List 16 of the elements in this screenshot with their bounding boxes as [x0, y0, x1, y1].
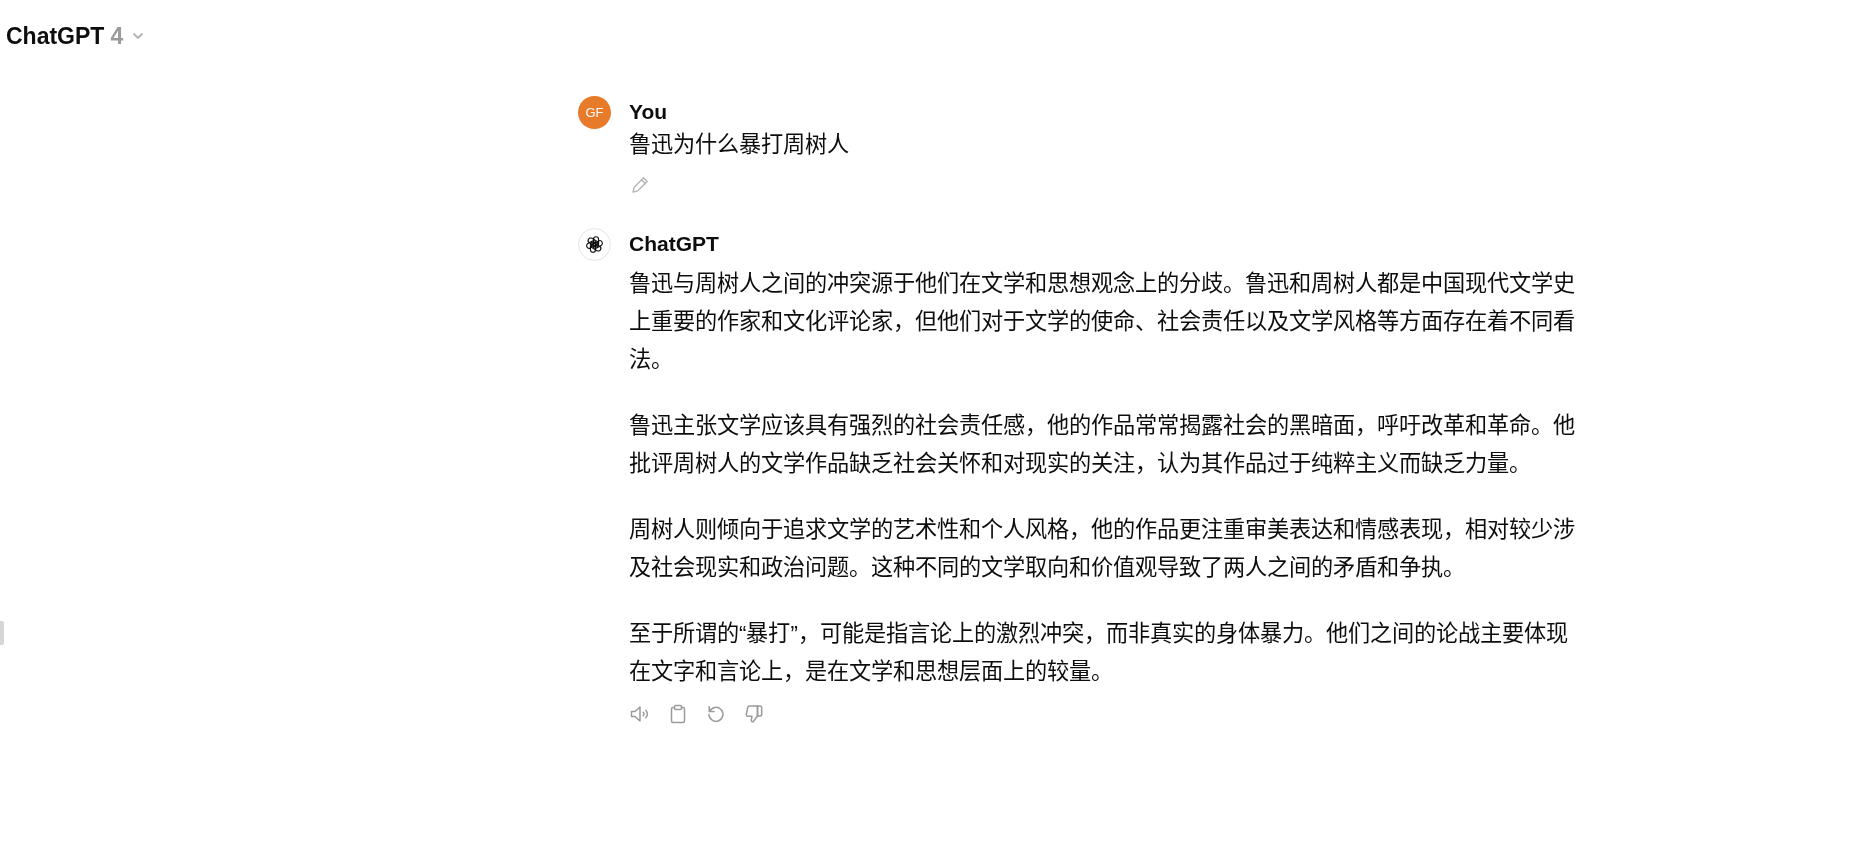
message-paragraph: 至于所谓的“暴打”，可能是指言论上的激烈冲突，而非真实的身体暴力。他们之间的论战主要体现在文字和言论上，是在文学和思想层面上的较量。 — [629, 620, 1569, 686]
message-paragraph: 周树人则倾向于追求文学的艺术性和个人风格，他的作品更注重审美表达和情感表现，相对较少涉及社会现实和政治问题。这种不同的文学取向和价值观导致了两人之间的矛盾和争执。 — [629, 516, 1576, 582]
thumbs-down-icon[interactable] — [744, 704, 764, 724]
message-paragraph: 鲁迅主张文学应该具有强烈的社会责任感，他的作品常常揭露社会的黑暗面，呼吁改革和革命。他批评周树人的文学作品缺乏社会关怀和对现实的关注，认为其作品过于纯粹主义而缺乏力量。 — [629, 412, 1576, 478]
knot-logo-icon — [578, 228, 611, 261]
refresh-icon[interactable] — [706, 704, 726, 724]
speaker-icon[interactable] — [630, 704, 650, 724]
author-name: You — [629, 99, 668, 125]
model-selector[interactable]: ChatGPT 4 — [6, 22, 146, 50]
author-name: ChatGPT — [629, 231, 719, 257]
clipboard-icon[interactable] — [668, 704, 688, 724]
message-paragraph: 鲁迅与周树人之间的冲突源于他们在文学和思想观念上的分歧。鲁迅和周树人都是中国现代文学史上重要的作家和文化评论家，但他们对于文学的使命、社会责任以及文学风格等方面存在着不同看法。 — [629, 270, 1576, 374]
message-paragraph: 鲁迅为什么暴打周树人 — [629, 131, 850, 159]
pencil-icon[interactable] — [631, 176, 649, 194]
sidebar-handle[interactable] — [0, 621, 4, 645]
user-avatar: GF — [578, 96, 611, 129]
